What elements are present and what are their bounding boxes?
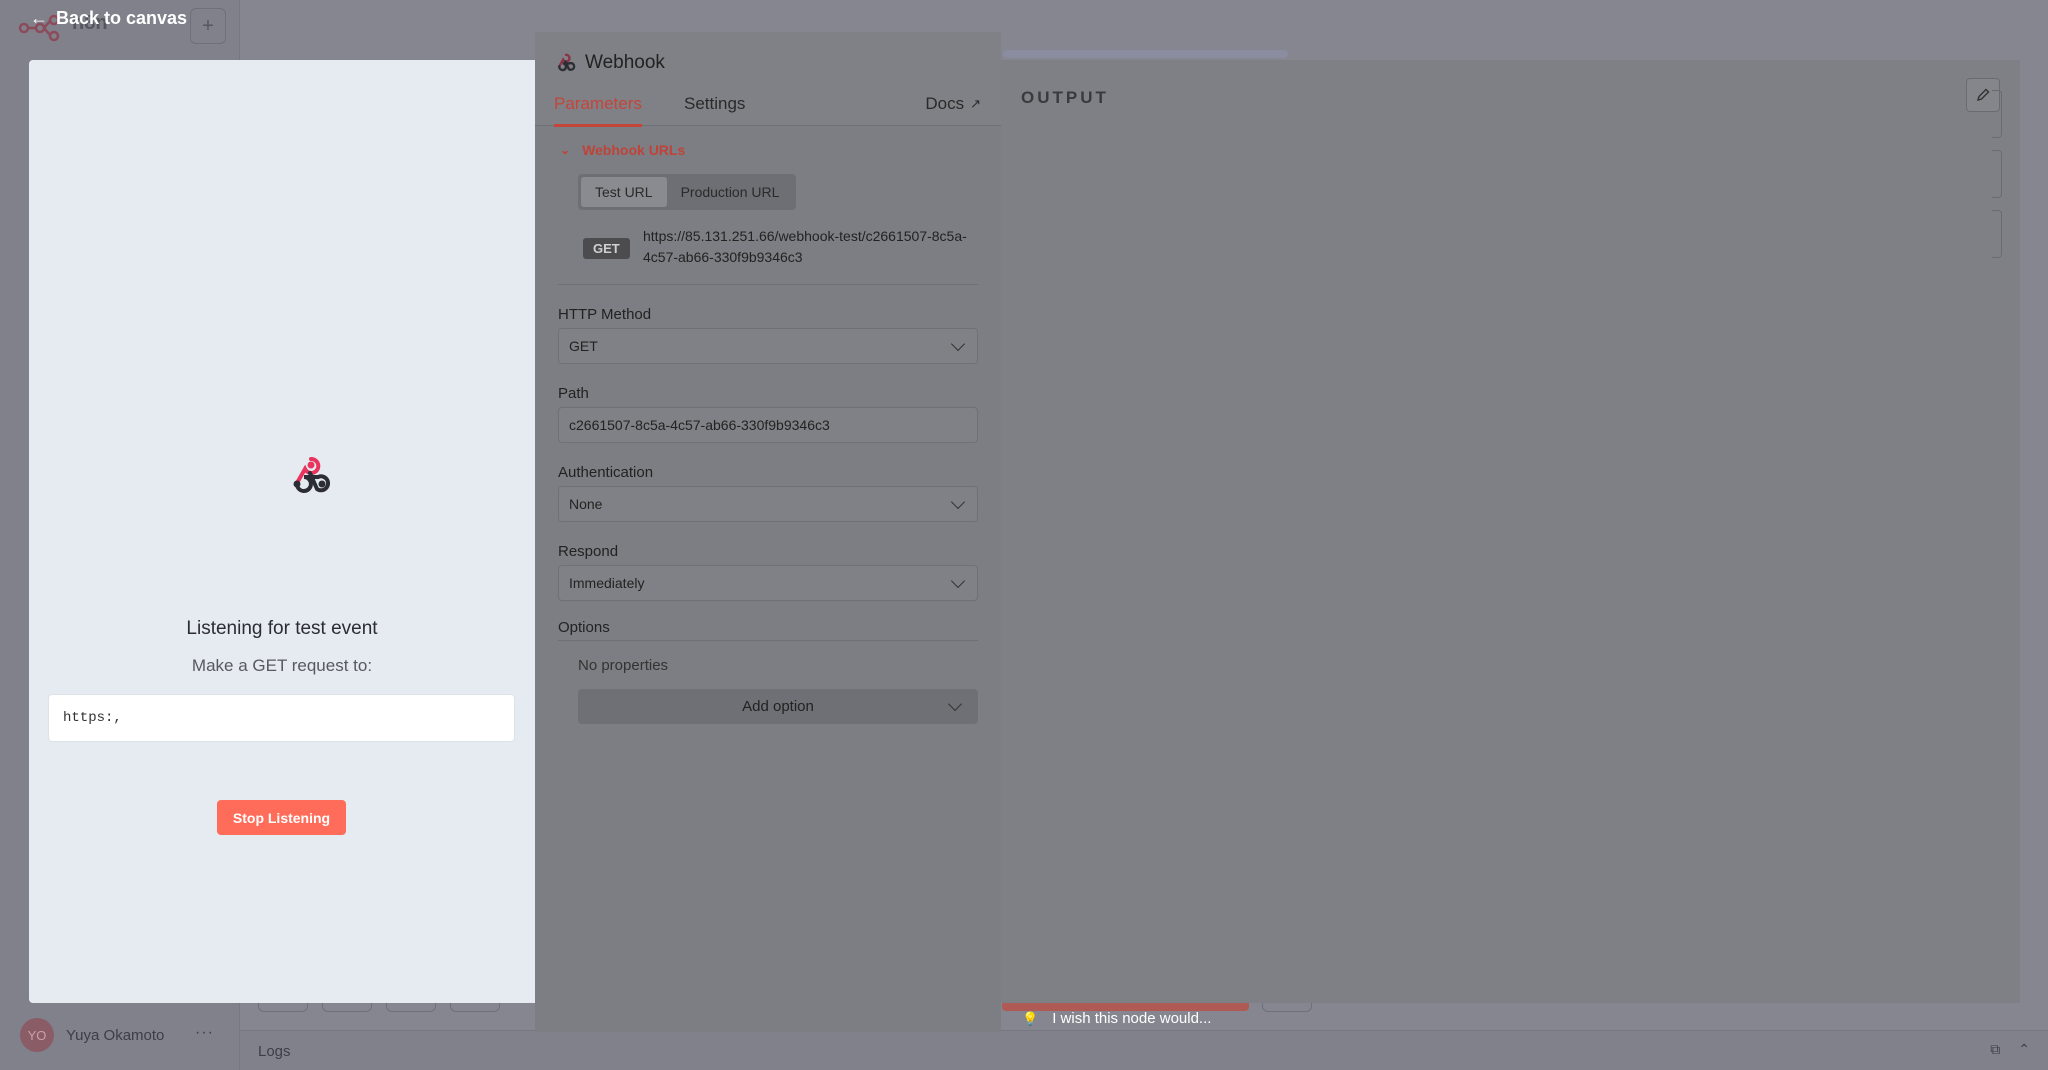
external-link-icon: ↗ <box>970 96 981 111</box>
panel-edge <box>1992 150 2002 198</box>
webhook-icon <box>293 457 331 493</box>
chevron-down-icon <box>950 494 966 509</box>
back-to-canvas-link[interactable]: ← Back to canvas <box>30 8 187 29</box>
respond-value: Immediately <box>569 575 645 591</box>
chevron-down-icon <box>950 336 966 351</box>
respond-select[interactable]: Immediately <box>558 565 978 601</box>
method-badge: GET <box>583 238 630 259</box>
panel-edge <box>1992 210 2002 258</box>
webhook-urls-label: Webhook URLs <box>582 142 686 158</box>
tab-test-url[interactable]: Test URL <box>581 177 667 207</box>
chevron-down-icon <box>947 696 963 712</box>
node-title: Webhook <box>585 52 665 73</box>
node-header: Webhook Parameters Settings Docs ↗ <box>535 32 1001 127</box>
listening-title: Listening for test event <box>186 618 378 639</box>
add-button[interactable]: + <box>190 8 226 44</box>
tab-production-url[interactable]: Production URL <box>667 177 794 207</box>
back-to-canvas-label: Back to canvas <box>56 8 188 28</box>
user-menu[interactable]: YO Yuya Okamoto <box>20 1018 164 1052</box>
user-name: Yuya Okamoto <box>66 1026 165 1044</box>
options-label: Options <box>558 619 610 636</box>
logs-label: Logs <box>258 1043 291 1060</box>
http-method-select[interactable]: GET <box>558 328 978 364</box>
respond-label: Respond <box>558 543 619 560</box>
divider <box>558 640 978 641</box>
add-option-label: Add option <box>742 698 814 715</box>
feedback-text: I wish this node would... <box>1052 1010 1212 1027</box>
input-panel: Listening for test event Make a GET requ… <box>29 60 535 1003</box>
output-title: OUTPUT <box>1021 88 1109 107</box>
path-value: c2661507-8c5a-4c57-ab66-330f9b9346c3 <box>569 417 830 433</box>
webhook-icon <box>558 53 576 72</box>
url-type-switch: Test URL Production URL <box>578 174 797 210</box>
http-method-value: GET <box>569 338 598 354</box>
node-parameters-panel: Webhook Parameters Settings Docs ↗ ⌄ Web… <box>535 32 1001 1032</box>
authentication-label: Authentication <box>558 464 654 481</box>
tab-settings[interactable]: Settings <box>684 94 745 124</box>
pop-out-icon[interactable]: ⧉ <box>1990 1041 2000 1058</box>
stop-listening-button[interactable]: Stop Listening <box>217 800 346 835</box>
chevron-up-icon[interactable]: ⌃ <box>2018 1041 2030 1058</box>
tab-parameters[interactable]: Parameters <box>554 94 642 127</box>
more-icon[interactable]: ··· <box>195 1024 214 1042</box>
output-panel: OUTPUT <box>1001 60 2020 1003</box>
webhook-url[interactable]: https://85.131.251.66/webhook-test/c2661… <box>643 226 973 268</box>
authentication-select[interactable]: None <box>558 486 978 522</box>
authentication-value: None <box>569 496 603 512</box>
listening-instruction: Make a GET request to: <box>191 656 373 675</box>
feedback-link[interactable]: 💡 I wish this node would... <box>1022 1010 1211 1027</box>
http-method-label: HTTP Method <box>558 306 652 323</box>
chevron-down-icon <box>950 573 966 588</box>
output-tab-indicator <box>1003 50 1288 58</box>
add-option-select[interactable]: Add option <box>578 689 978 724</box>
divider <box>558 284 978 285</box>
panel-edge <box>1992 90 2002 138</box>
test-url-text: https:, <box>63 710 122 726</box>
arrow-left-icon: ← <box>30 8 48 28</box>
test-url-box[interactable]: https:, <box>48 694 515 742</box>
path-label: Path <box>558 385 589 402</box>
docs-link[interactable]: Docs ↗ <box>925 94 981 114</box>
avatar: YO <box>20 1018 54 1052</box>
logs-bar[interactable]: Logs ⧉ ⌃ <box>240 1030 2048 1070</box>
pencil-icon <box>1976 88 1990 102</box>
chevron-down-icon: ⌄ <box>560 143 571 157</box>
docs-label: Docs <box>925 94 965 113</box>
lightbulb-icon: 💡 <box>1022 1010 1039 1026</box>
path-input[interactable]: c2661507-8c5a-4c57-ab66-330f9b9346c3 <box>558 407 978 443</box>
webhook-urls-toggle[interactable]: ⌄ Webhook URLs <box>560 142 685 158</box>
no-properties-text: No properties <box>578 657 669 674</box>
